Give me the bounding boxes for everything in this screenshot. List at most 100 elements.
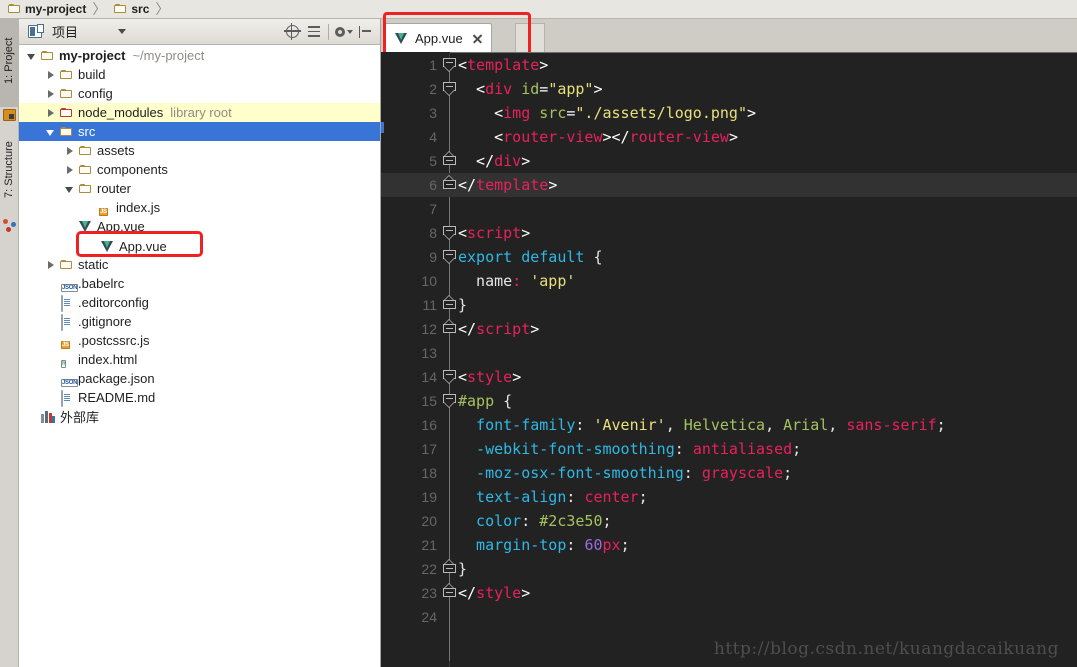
folder-icon [114, 4, 127, 14]
line-number: 12 [421, 321, 437, 337]
code-token: < [458, 368, 468, 386]
tree-item-index-html[interactable]: h index.html [19, 350, 380, 369]
tree-item-node-modules[interactable]: node_modules library root [19, 103, 380, 122]
breadcrumb-item-my-project[interactable]: my-project 〉 [0, 0, 106, 19]
code-token: sans-serif [846, 416, 937, 434]
chevron-down-icon[interactable] [26, 50, 37, 61]
tree-item-label: .gitignore [78, 314, 132, 329]
code-token: div [494, 152, 522, 170]
chevron-right-icon[interactable] [45, 107, 56, 118]
editor-tab-app-vue[interactable]: App.vue [384, 23, 492, 52]
line-number: 11 [422, 297, 437, 313]
chevron-down-icon[interactable] [64, 183, 75, 194]
tree-item-[interactable]: 外部库 [19, 407, 380, 426]
project-icon [3, 109, 16, 122]
toolbar-divider [328, 23, 329, 40]
code-token: ; [783, 464, 793, 482]
line-number: 20 [421, 513, 437, 529]
tree-item-components[interactable]: components [19, 160, 380, 179]
code-token: > [512, 368, 522, 386]
chevron-down-icon[interactable] [45, 126, 56, 137]
code-line: 8 <script> [381, 221, 1077, 245]
line-number: 24 [421, 609, 437, 625]
close-icon[interactable] [472, 33, 483, 44]
tree-item-label: .editorconfig [78, 295, 149, 310]
tree-item-index-js[interactable]: JS index.js [19, 198, 380, 217]
tree-item-package-json[interactable]: JSON package.json [19, 369, 380, 388]
fold-marker-icon[interactable] [443, 370, 456, 383]
project-tool-window: 项目 my-project ~/my-project build config node… [19, 19, 381, 667]
chevron-right-icon[interactable] [45, 88, 56, 99]
line-number: 14 [421, 369, 437, 385]
tree-item-postcssrc-js[interactable]: JS .postcssrc.js [19, 331, 380, 350]
tree-item-router[interactable]: router [19, 179, 380, 198]
code-token: </ [458, 152, 495, 170]
line-number: 16 [421, 417, 437, 433]
code-token: > [593, 80, 603, 98]
tree-item-assets[interactable]: assets [19, 141, 380, 160]
code-text: </script> [458, 317, 539, 341]
breadcrumb: my-project 〉 src 〉 [0, 0, 1077, 19]
fold-marker-icon[interactable] [443, 319, 456, 335]
tree-item-gitignore[interactable]: .gitignore [19, 312, 380, 331]
chevron-right-icon[interactable] [64, 164, 75, 175]
code-token: , [828, 416, 838, 434]
line-number: 2 [429, 81, 437, 97]
code-token: grayscale [701, 464, 784, 482]
code-line: 13 [381, 341, 1077, 365]
tree-item-src[interactable]: src [19, 122, 380, 141]
tree-item-config[interactable]: config [19, 84, 380, 103]
breadcrumb-item-src[interactable]: src 〉 [106, 0, 169, 19]
tool-tab-structure[interactable]: 7: Structure [0, 127, 19, 217]
fold-marker-icon[interactable] [443, 559, 456, 575]
fold-marker-icon[interactable] [443, 151, 456, 167]
code-lines: 1 <template> 2 <div id="app"> 3 <img src=".… [381, 53, 1077, 629]
fold-marker-icon[interactable] [443, 394, 456, 407]
breadcrumb-separator-icon: 〉 [155, 1, 170, 17]
tool-tab-project[interactable]: 1: Project [0, 19, 19, 107]
project-file-tree[interactable]: my-project ~/my-project build config node_mo… [19, 46, 380, 666]
line-number: 17 [421, 441, 437, 457]
code-text: color: #2c3e50; [458, 509, 611, 533]
code-text: } [458, 293, 467, 317]
tree-item-babelrc[interactable]: JSON .babelrc [19, 274, 380, 293]
chevron-right-icon[interactable] [45, 69, 56, 80]
tree-item-my-project[interactable]: my-project ~/my-project [19, 46, 380, 65]
breadcrumb-label: my-project [25, 2, 87, 16]
chevron-right-icon[interactable] [45, 259, 56, 270]
code-token: div [485, 80, 513, 98]
fold-marker-icon[interactable] [443, 250, 456, 263]
chevron-down-icon[interactable] [118, 29, 127, 34]
fold-marker-icon[interactable] [443, 82, 456, 95]
gear-icon[interactable] [332, 21, 354, 43]
code-token: > [521, 584, 531, 602]
fold-marker-icon[interactable] [443, 583, 456, 599]
chevron-right-icon[interactable] [64, 145, 75, 156]
code-text: -webkit-font-smoothing: antialiased; [458, 437, 801, 461]
fold-marker-icon[interactable] [443, 295, 456, 311]
collapse-all-icon[interactable] [303, 21, 325, 43]
code-token: { [584, 248, 603, 266]
code-line: 22} [381, 557, 1077, 581]
fold-marker-icon[interactable] [443, 58, 456, 71]
tree-item-build[interactable]: build [19, 65, 380, 84]
tree-item-static[interactable]: static [19, 255, 380, 274]
tree-item-editorconfig[interactable]: .editorconfig [19, 293, 380, 312]
hide-panel-icon[interactable] [354, 21, 376, 43]
code-token: </ [458, 176, 477, 194]
code-line: 7 [381, 197, 1077, 221]
editor-tab-label: App.vue [415, 30, 463, 46]
code-text: } [458, 557, 467, 581]
code-editor[interactable]: 1 <template> 2 <div id="app"> 3 <img src=".… [381, 52, 1077, 667]
fold-marker-icon[interactable] [443, 226, 456, 239]
fold-marker-icon[interactable] [443, 175, 456, 191]
code-token: > [521, 152, 531, 170]
tree-item-readme-md[interactable]: README.md [19, 388, 380, 407]
locate-icon[interactable] [281, 21, 303, 43]
tree-item-label: 外部库 [60, 410, 100, 425]
code-line: 23 </style> [381, 581, 1077, 605]
code-token: ; [620, 536, 630, 554]
